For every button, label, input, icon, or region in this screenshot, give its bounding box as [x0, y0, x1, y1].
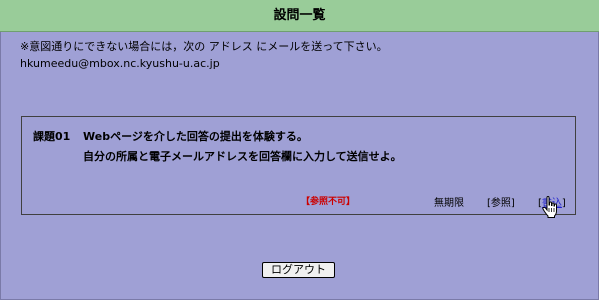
assignment-description-line2: 自分の所属と電子メールアドレスを回答欄に入力して送信せよ。 [83, 150, 402, 163]
logout-button[interactable]: ログアウト [262, 262, 335, 278]
page-title: 設問一覧 [273, 8, 326, 23]
reference-label: 参照 [490, 198, 511, 209]
header-bar: 設問一覧 [0, 0, 599, 32]
hand-pointer-cursor-icon [542, 196, 557, 218]
status-badge: 【参照不可】 [301, 197, 356, 207]
reference-close-bracket: ] [510, 198, 515, 209]
contact-email: hkumeedu@mbox.nc.kyushu-u.ac.jp [20, 57, 220, 70]
write-close-bracket: ] [561, 198, 566, 209]
assignment-card: 課題01 Webページを介した回答の提出を体験する。 自分の所属と電子メールアド… [21, 116, 576, 215]
reference-link[interactable]: [参照] [487, 194, 515, 209]
assignment-description-line1: Webページを介した回答の提出を体験する。 [83, 130, 308, 143]
deadline-text: 無期限 [434, 198, 464, 209]
assignment-id: 課題01 [33, 130, 71, 143]
notice-text: ※意図通りにできない場合には，次の アドレス にメールを送って下さい。 [20, 40, 388, 53]
